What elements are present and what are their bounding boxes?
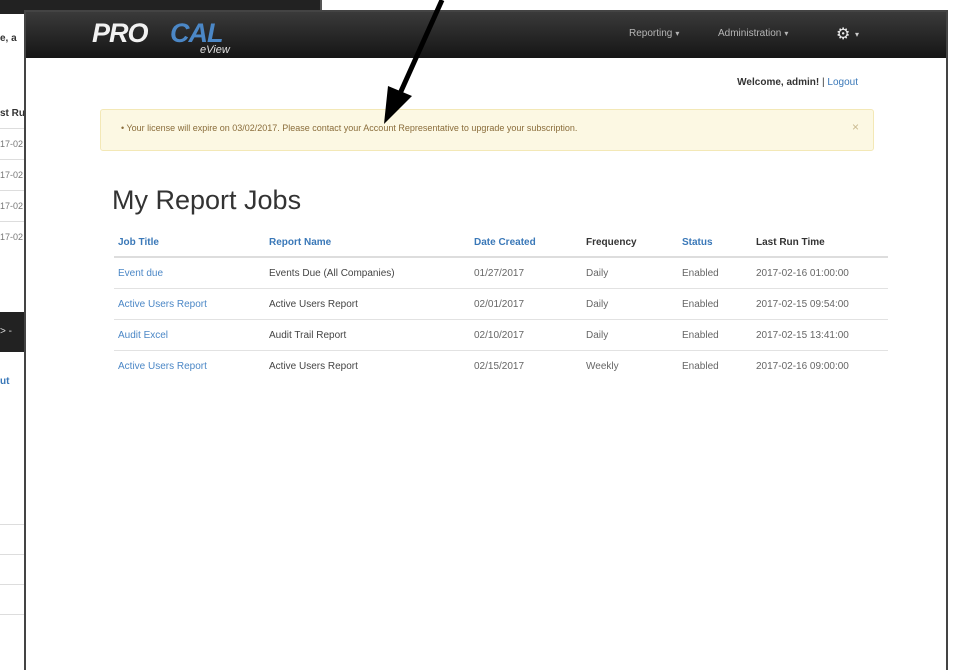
- status-cell: Enabled: [678, 256, 752, 289]
- background-row-fragment: 17-02: [0, 159, 24, 190]
- separator: |: [822, 77, 825, 88]
- column-header-frequency: Frequency: [582, 228, 678, 258]
- report-name-cell: Events Due (All Companies): [265, 256, 470, 289]
- report-name-cell: Active Users Report: [265, 288, 470, 320]
- frequency-cell: Daily: [582, 319, 678, 351]
- last-run-time-cell: 2017-02-15 13:41:00: [752, 319, 888, 351]
- background-divider-line: [0, 554, 24, 555]
- date-created-cell: 02/01/2017: [470, 288, 582, 320]
- table-row: Active Users Report Active Users Report …: [114, 350, 888, 381]
- background-row-fragment: 17-02: [0, 221, 24, 252]
- nav-administration-menu[interactable]: Administration ▾: [718, 28, 788, 39]
- job-title-link[interactable]: Audit Excel: [114, 319, 265, 351]
- frequency-cell: Daily: [582, 288, 678, 320]
- column-header-job-title[interactable]: Job Title: [114, 228, 265, 258]
- background-logout-fragment: ut: [0, 376, 10, 387]
- license-alert-message: • Your license will expire on 03/02/2017…: [121, 123, 578, 133]
- license-alert: • Your license will expire on 03/02/2017…: [100, 109, 874, 151]
- background-row-fragment: 17-02: [0, 190, 24, 221]
- column-header-status[interactable]: Status: [678, 228, 752, 258]
- background-row-fragment: 17-02: [0, 128, 24, 159]
- column-header-report-name[interactable]: Report Name: [265, 228, 470, 258]
- close-icon[interactable]: ×: [852, 120, 859, 134]
- chevron-down-icon: ▾: [784, 29, 789, 38]
- job-title-link[interactable]: Event due: [114, 256, 265, 289]
- user-welcome-bar: Welcome, admin! | Logout: [737, 77, 858, 88]
- nav-reporting-menu[interactable]: Reporting ▾: [629, 28, 679, 39]
- column-header-last-run-time: Last Run Time: [752, 228, 888, 258]
- job-title-link[interactable]: Active Users Report: [114, 288, 265, 320]
- date-created-cell: 02/10/2017: [470, 319, 582, 351]
- background-divider-line: [0, 614, 24, 615]
- last-run-time-cell: 2017-02-16 01:00:00: [752, 256, 888, 289]
- date-created-cell: 02/15/2017: [470, 350, 582, 381]
- report-name-cell: Audit Trail Report: [265, 319, 470, 351]
- status-cell: Enabled: [678, 288, 752, 320]
- report-name-cell: Active Users Report: [265, 350, 470, 381]
- top-navbar: PRO CAL eView Reporting ▾ Administration ▾…: [26, 12, 946, 58]
- background-gear-fragment: > -: [0, 312, 24, 352]
- table-row: Event due Events Due (All Companies) 01/…: [114, 256, 888, 289]
- gear-icon[interactable]: ⚙: [836, 24, 850, 44]
- last-run-time-cell: 2017-02-15 09:54:00: [752, 288, 888, 320]
- frequency-cell: Daily: [582, 256, 678, 289]
- status-cell: Enabled: [678, 319, 752, 351]
- table-row: Audit Excel Audit Trail Report 02/10/201…: [114, 319, 888, 351]
- job-title-link[interactable]: Active Users Report: [114, 350, 265, 381]
- logo-pro-text: PRO: [92, 18, 149, 48]
- last-run-time-cell: 2017-02-16 09:00:00: [752, 350, 888, 381]
- chevron-down-icon: ▾: [675, 29, 680, 38]
- welcome-text: Welcome, admin!: [737, 77, 820, 88]
- nav-administration-label: Administration: [718, 28, 782, 39]
- background-column-fragment: st Ru: [0, 108, 25, 119]
- table-header-row: Job Title Report Name Date Created Frequ…: [114, 228, 888, 258]
- background-divider-line: [0, 584, 24, 585]
- page-title: My Report Jobs: [112, 185, 302, 215]
- table-row: Active Users Report Active Users Report …: [114, 288, 888, 320]
- nav-reporting-label: Reporting: [629, 28, 673, 39]
- status-cell: Enabled: [678, 350, 752, 381]
- report-jobs-table: Job Title Report Name Date Created Frequ…: [114, 228, 888, 381]
- date-created-cell: 01/27/2017: [470, 256, 582, 289]
- background-divider-line: [0, 524, 24, 525]
- logo-eview-text: eView: [200, 44, 230, 56]
- chevron-down-icon[interactable]: ▾: [855, 30, 859, 39]
- logout-link[interactable]: Logout: [827, 77, 858, 88]
- background-welcome-fragment: e, a: [0, 33, 17, 44]
- app-window: PRO CAL eView Reporting ▾ Administration ▾…: [24, 10, 948, 670]
- frequency-cell: Weekly: [582, 350, 678, 381]
- column-header-date-created[interactable]: Date Created: [470, 228, 582, 258]
